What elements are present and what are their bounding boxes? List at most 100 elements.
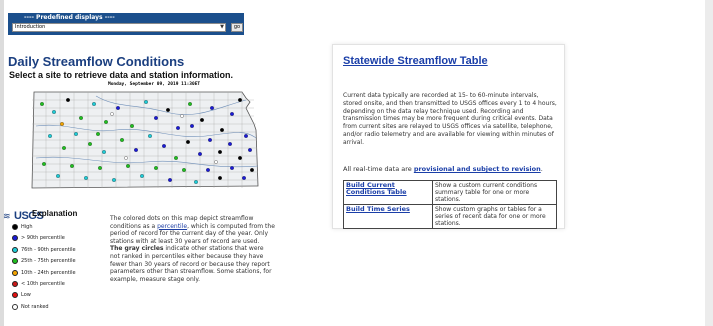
streamflow-map[interactable]	[6, 78, 271, 210]
legend-dot	[12, 224, 18, 230]
station-dot	[168, 178, 172, 182]
station-dot	[42, 162, 46, 166]
station-dot	[206, 168, 210, 172]
station-dot	[74, 132, 78, 136]
description-strong: The gray circles	[110, 245, 164, 253]
panel-description: Current data typically are recorded at 1…	[343, 92, 557, 146]
station-dot	[62, 146, 66, 150]
station-dot	[218, 176, 222, 180]
station-dot	[162, 144, 166, 148]
station-dot	[174, 156, 178, 160]
station-dot	[244, 134, 248, 138]
station-dot	[40, 102, 44, 106]
legend-label: < 10th percentile	[21, 280, 65, 287]
station-dot	[48, 134, 52, 138]
station-dot	[248, 148, 252, 152]
station-dot	[102, 150, 106, 154]
legend-dot	[12, 246, 18, 253]
station-dot	[182, 168, 186, 172]
station-dot	[148, 134, 152, 138]
legend-label: Not ranked	[21, 303, 49, 310]
station-dot-not-ranked	[110, 112, 114, 116]
predefined-displays-label: ---- Predefined displays ----	[24, 14, 115, 21]
build-current-conditions-table-link[interactable]: Build Current Conditions Table	[343, 180, 433, 205]
description-paragraph-1: The colored dots on this map depict stre…	[110, 215, 275, 245]
option-description: Show custom graphs or tables for a serie…	[432, 204, 557, 229]
legend-label: Low	[21, 292, 31, 299]
station-dot	[208, 138, 212, 142]
station-dot	[230, 112, 234, 116]
station-dot	[176, 126, 180, 130]
table-row: Build Current Conditions Table Show a cu…	[343, 180, 557, 205]
station-dot	[88, 142, 92, 146]
legend-dot	[12, 292, 18, 299]
legend-label: > 90th percentile	[21, 235, 65, 242]
station-dot	[96, 132, 100, 136]
window-edge-right	[705, 0, 713, 326]
legend-item-10th-24th: 10th - 24th percentile	[12, 268, 112, 279]
legend-item-25th-75th: 25th - 75th percentile	[12, 256, 112, 267]
provisional-text-end: .	[540, 165, 543, 173]
page-title: Daily Streamflow Conditions	[8, 54, 185, 69]
build-time-series-link[interactable]: Build Time Series	[343, 204, 433, 229]
legend-title: Explanation	[32, 209, 78, 218]
legend-label: 10th - 24th percentile	[21, 269, 76, 276]
station-dot	[250, 168, 254, 172]
legend-item-76th-90th: 76th - 90th percentile	[12, 245, 112, 256]
options-table: Build Current Conditions Table Show a cu…	[343, 180, 557, 229]
provisional-text: All real-time data are	[343, 165, 414, 173]
station-dot	[154, 166, 158, 170]
station-dot	[84, 176, 88, 180]
station-dot	[92, 102, 96, 106]
legend-item-low: Low	[12, 290, 112, 301]
legend-item-above-90th: > 90th percentile	[12, 233, 112, 244]
station-dot	[218, 150, 222, 154]
description-paragraph-2: The gray circles indicate other stations…	[110, 245, 275, 283]
station-dot	[188, 102, 192, 106]
station-dot	[186, 140, 190, 144]
statewide-table-panel: Statewide Streamflow Table Current data …	[332, 44, 565, 229]
map-timestamp: Monday, September 09, 2019 11:30ET	[108, 82, 201, 87]
predefined-displays-bar: ---- Predefined displays ---- Introducti…	[8, 13, 244, 35]
provisional-link[interactable]: provisional and subject to revision	[414, 165, 541, 173]
station-dot	[60, 122, 64, 126]
predefined-displays-select[interactable]: Introduction ▼	[12, 23, 226, 32]
station-dot	[52, 110, 56, 114]
station-dot	[112, 178, 116, 182]
station-dot	[98, 166, 102, 170]
predefined-displays-selected: Introduction	[15, 24, 46, 30]
station-dot	[194, 180, 198, 184]
station-dot	[200, 118, 204, 122]
legend-dot	[12, 235, 18, 242]
provisional-notice: All real-time data are provisional and s…	[343, 165, 543, 173]
statewide-streamflow-table-link[interactable]: Statewide Streamflow Table	[343, 55, 488, 67]
station-dot	[134, 148, 138, 152]
station-dot	[66, 98, 70, 102]
chevron-down-icon: ▼	[220, 24, 224, 30]
station-dot	[56, 174, 60, 178]
station-dot	[79, 116, 83, 120]
map-description: The colored dots on this map depict stre…	[110, 215, 275, 283]
legend-label: High	[21, 224, 33, 230]
station-dot	[126, 164, 130, 168]
go-button[interactable]: go	[231, 23, 243, 32]
percentile-link[interactable]: percentile	[157, 223, 187, 230]
window-edge-left	[0, 0, 4, 326]
legend-label: 76th - 90th percentile	[21, 246, 76, 253]
station-dot	[230, 166, 234, 170]
station-dot	[120, 138, 124, 142]
station-dot	[116, 106, 120, 110]
station-dot	[198, 152, 202, 156]
station-dot-not-ranked	[124, 156, 128, 160]
station-dot	[154, 116, 158, 120]
legend-dot	[12, 269, 18, 276]
legend: High > 90th percentile 76th - 90th perce…	[12, 222, 112, 313]
station-dot	[220, 128, 224, 132]
station-dot	[238, 98, 242, 102]
station-dot	[210, 106, 214, 110]
legend-item-not-ranked: Not ranked	[12, 302, 112, 313]
station-dot	[238, 156, 242, 160]
station-dot	[70, 164, 74, 168]
station-dot	[228, 142, 232, 146]
station-dot	[104, 120, 108, 124]
